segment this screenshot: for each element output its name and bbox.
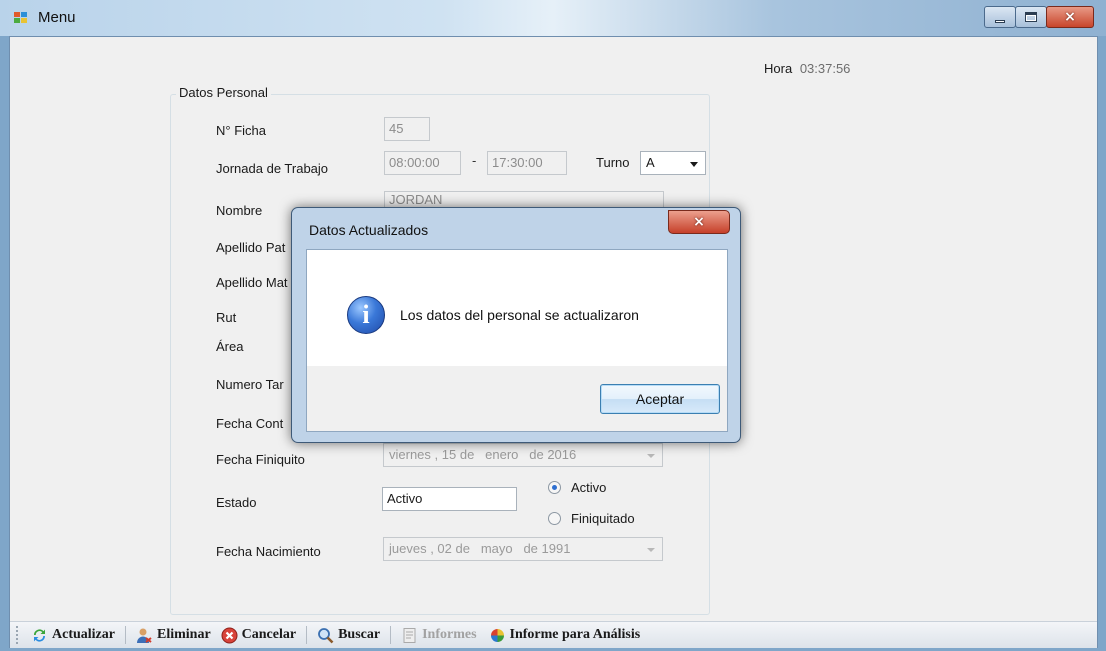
cancelar-button[interactable]: Cancelar bbox=[218, 627, 299, 644]
accept-button[interactable]: Aceptar bbox=[600, 384, 720, 414]
calendar-dropdown-icon bbox=[647, 548, 655, 552]
turno-select[interactable]: A bbox=[640, 151, 706, 175]
close-icon: × bbox=[693, 214, 705, 230]
report-icon bbox=[401, 627, 418, 644]
actualizar-button[interactable]: Actualizar bbox=[28, 627, 118, 644]
caption-buttons: × bbox=[984, 6, 1094, 28]
jornada-fin-field[interactable]: 17:30:00 bbox=[487, 151, 567, 175]
nacimiento-month: mayo bbox=[480, 541, 513, 556]
apellido-materno-label: Apellido Mat bbox=[216, 275, 288, 290]
group-title: Datos Personal bbox=[176, 85, 271, 100]
jornada-separator: - bbox=[472, 153, 477, 168]
maximize-button[interactable] bbox=[1015, 6, 1047, 28]
eliminar-label: Eliminar bbox=[156, 627, 211, 642]
toolbar-separator bbox=[306, 626, 308, 644]
dialog-title: Datos Actualizados bbox=[309, 222, 429, 238]
area-label: Área bbox=[216, 339, 244, 354]
main-window: Menu × Hora 03:37:56 Datos Personal N° F… bbox=[0, 0, 1106, 651]
dialog-message: Los datos del personal se actualizaron bbox=[400, 307, 639, 323]
ficha-label: N° Ficha bbox=[216, 123, 266, 138]
informes-button[interactable]: Informes bbox=[398, 627, 479, 644]
fecha-contrato-label: Fecha Cont bbox=[216, 416, 284, 431]
chevron-down-icon bbox=[690, 162, 698, 167]
jornada-inicio-field[interactable]: 08:00:00 bbox=[384, 151, 461, 175]
buscar-button[interactable]: Buscar bbox=[314, 627, 383, 644]
window-title: Menu bbox=[38, 9, 76, 26]
fecha-finiquito-picker[interactable]: viernes , 15 de enero de 2016 bbox=[383, 443, 663, 467]
calendar-dropdown-icon bbox=[647, 454, 655, 458]
eliminar-button[interactable]: Eliminar bbox=[133, 627, 214, 644]
radio-selected-icon bbox=[548, 481, 561, 494]
clock-value: 03:37:56 bbox=[799, 61, 851, 76]
apellido-paterno-label: Apellido Pat bbox=[216, 240, 286, 255]
fecha-nacimiento-picker[interactable]: jueves , 02 de mayo de 1991 bbox=[383, 537, 663, 561]
clock-label: Hora bbox=[764, 61, 793, 76]
dialog-footer: Aceptar bbox=[306, 366, 728, 432]
refresh-icon bbox=[31, 627, 48, 644]
minimize-icon bbox=[995, 19, 1005, 23]
actualizar-label: Actualizar bbox=[52, 627, 115, 642]
fecha-finiquito-label: Fecha Finiquito bbox=[216, 452, 305, 467]
estado-field[interactable]: Activo bbox=[382, 487, 517, 511]
informe-analisis-label: Informe para Análisis bbox=[509, 627, 641, 642]
numero-tarjeta-label: Numero Tar bbox=[216, 377, 284, 392]
dialog-body: i Los datos del personal se actualizaron bbox=[306, 249, 728, 366]
clock: Hora 03:37:56 bbox=[764, 61, 850, 76]
bottom-toolbar: Actualizar Eliminar Cancelar Buscar Info… bbox=[10, 621, 1097, 648]
turno-value: A bbox=[646, 155, 655, 170]
cancelar-label: Cancelar bbox=[241, 627, 297, 642]
close-button[interactable]: × bbox=[1046, 6, 1094, 28]
finiquito-year: de 2016 bbox=[529, 447, 577, 462]
search-icon bbox=[317, 627, 334, 644]
radio-unselected-icon bbox=[548, 512, 561, 525]
fecha-nacimiento-label: Fecha Nacimiento bbox=[216, 544, 321, 559]
finiquito-dayname: viernes bbox=[389, 447, 431, 462]
close-icon: × bbox=[1064, 9, 1076, 25]
informe-analisis-button[interactable]: Informe para Análisis bbox=[486, 627, 644, 644]
ficha-field[interactable]: 45 bbox=[384, 117, 430, 141]
radio-finiquitado-label: Finiquitado bbox=[571, 511, 635, 526]
nacimiento-year: de 1991 bbox=[523, 541, 571, 556]
info-icon: i bbox=[347, 296, 385, 334]
analysis-chart-icon bbox=[489, 627, 506, 644]
estado-radio-finiquitado[interactable]: Finiquitado bbox=[548, 511, 635, 526]
estado-radio-activo[interactable]: Activo bbox=[548, 480, 606, 495]
radio-activo-label: Activo bbox=[571, 480, 607, 495]
title-bar[interactable]: Menu × bbox=[0, 0, 1106, 36]
minimize-button[interactable] bbox=[984, 6, 1016, 28]
estado-label: Estado bbox=[216, 495, 257, 510]
toolbar-separator bbox=[124, 626, 126, 644]
dialog-close-button[interactable]: × bbox=[668, 210, 730, 234]
turno-label: Turno bbox=[596, 155, 630, 170]
nacimiento-dayname: jueves bbox=[389, 541, 427, 556]
nacimiento-day: 02 de bbox=[437, 541, 470, 556]
app-window-icon bbox=[14, 12, 28, 24]
toolbar-separator bbox=[390, 626, 392, 644]
finiquito-month: enero bbox=[485, 447, 519, 462]
message-dialog: Datos Actualizados × i Los datos del per… bbox=[291, 207, 741, 443]
informes-label: Informes bbox=[422, 627, 477, 642]
maximize-icon bbox=[1025, 12, 1037, 22]
rut-label: Rut bbox=[216, 310, 237, 325]
cancel-icon bbox=[221, 627, 238, 644]
buscar-label: Buscar bbox=[338, 627, 381, 642]
toolbar-grip[interactable] bbox=[16, 626, 20, 644]
finiquito-day: 15 de bbox=[441, 447, 475, 462]
jornada-label: Jornada de Trabajo bbox=[216, 161, 329, 176]
nombre-label: Nombre bbox=[216, 203, 263, 218]
remove-user-icon bbox=[136, 627, 153, 644]
